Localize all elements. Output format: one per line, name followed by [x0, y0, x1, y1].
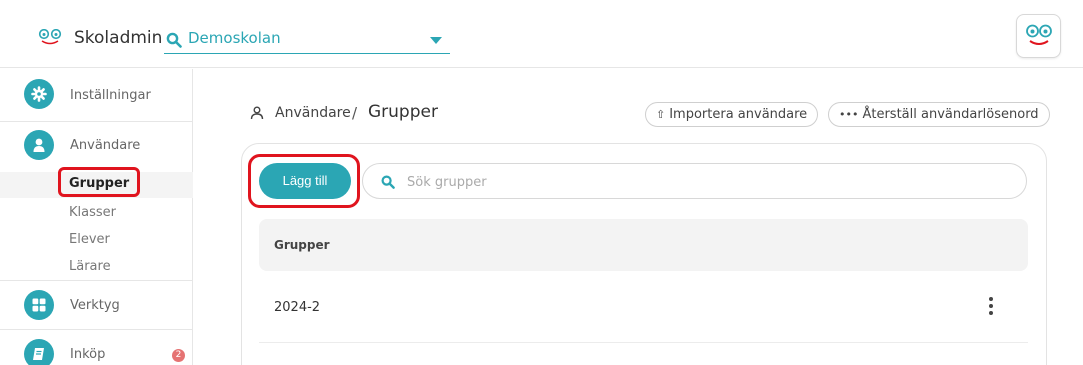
sidebar-item-inkop[interactable]: Inköp	[0, 330, 193, 365]
sidebar-subitem-klasser[interactable]: Klasser	[69, 205, 116, 220]
notification-badge: 2	[172, 349, 185, 362]
more-options-icon[interactable]	[986, 297, 996, 319]
gear-icon-circle	[24, 79, 54, 109]
book-icon	[33, 348, 44, 360]
breadcrumb-parent[interactable]: Användare	[275, 105, 351, 121]
grid-icon	[32, 298, 46, 312]
sidebar-item-label: Verktyg	[70, 298, 120, 313]
sidebar-subitem-larare[interactable]: Lärare	[69, 259, 111, 274]
group-search-field[interactable]	[362, 163, 1027, 199]
search-icon	[166, 32, 182, 48]
page-title: Grupper	[368, 102, 438, 122]
import-users-button[interactable]: ⇧ Importera användare	[645, 102, 819, 127]
sidebar-item-verktyg[interactable]: Verktyg	[0, 281, 193, 329]
user-outline-icon	[250, 106, 264, 120]
sidebar: Inställningar Användare Grupper Klasser …	[0, 69, 193, 365]
book-icon-circle	[24, 339, 54, 365]
search-icon	[381, 175, 395, 189]
sidebar-item-label: Inköp	[70, 347, 106, 362]
sidebar-item-label: Användare	[70, 138, 141, 153]
annotation-highlight-sidebar	[58, 167, 140, 197]
group-name-cell: 2024-2	[274, 300, 321, 315]
search-input[interactable]	[407, 171, 1007, 193]
user-icon-circle	[24, 130, 54, 160]
grid-icon-circle	[24, 290, 54, 320]
password-dots-icon: •••	[839, 108, 859, 121]
school-select[interactable]: Demoskolan	[164, 26, 450, 54]
annotation-highlight-add	[248, 154, 360, 208]
sidebar-subitem-elever[interactable]: Elever	[69, 232, 110, 247]
breadcrumb-separator: /	[352, 104, 358, 122]
table-header: Grupper	[259, 219, 1028, 271]
reset-passwords-label: Återställ användarlösenord	[862, 107, 1039, 122]
sidebar-item-label: Inställningar	[70, 88, 151, 103]
user-icon	[33, 138, 45, 152]
gear-icon	[31, 86, 47, 102]
top-header: Skoladmin Demoskolan	[0, 0, 1083, 68]
upload-icon: ⇧	[656, 108, 666, 121]
user-menu-button[interactable]	[1016, 14, 1061, 58]
reset-passwords-button[interactable]: ••• Återställ användarlösenord	[828, 102, 1050, 127]
app-name: Skoladmin	[74, 28, 163, 48]
school-select-value: Demoskolan	[188, 29, 281, 47]
smiley-eyes-icon	[1026, 24, 1052, 45]
sidebar-item-installningar[interactable]: Inställningar	[0, 69, 193, 121]
table-row[interactable]: 2024-2	[259, 283, 1028, 343]
import-users-label: Importera användare	[669, 107, 808, 122]
column-header-grupper[interactable]: Grupper	[274, 238, 330, 252]
chevron-down-icon	[430, 37, 442, 44]
app-logo-icon[interactable]	[38, 29, 62, 45]
sidebar-item-anvandare[interactable]: Användare	[0, 122, 193, 168]
